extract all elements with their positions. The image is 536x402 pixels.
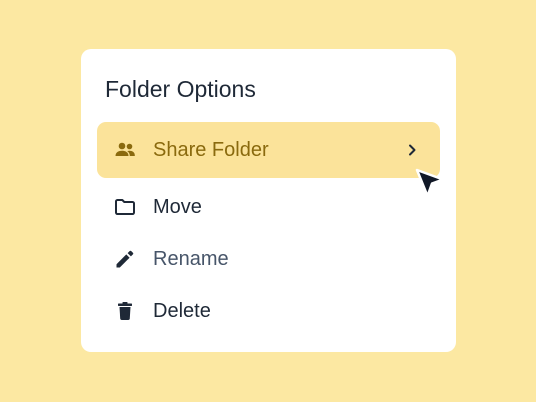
people-icon [113, 138, 137, 162]
folder-icon [113, 195, 137, 219]
menu-item-move[interactable]: Move [97, 179, 440, 235]
menu-item-share-folder[interactable]: Share Folder [97, 122, 440, 178]
menu-item-delete[interactable]: Delete [97, 283, 440, 339]
menu-item-rename[interactable]: Rename [97, 231, 440, 287]
menu-item-label: Delete [153, 300, 211, 322]
menu-item-label: Share Folder [153, 139, 269, 161]
menu-item-label: Rename [153, 248, 229, 270]
menu-item-label: Move [153, 196, 202, 218]
folder-options-menu: Folder Options Share Folder Move Rename … [81, 49, 456, 352]
trash-icon [113, 299, 137, 323]
menu-title: Folder Options [105, 76, 256, 102]
pencil-icon [113, 247, 137, 271]
chevron-right-icon [400, 138, 424, 162]
